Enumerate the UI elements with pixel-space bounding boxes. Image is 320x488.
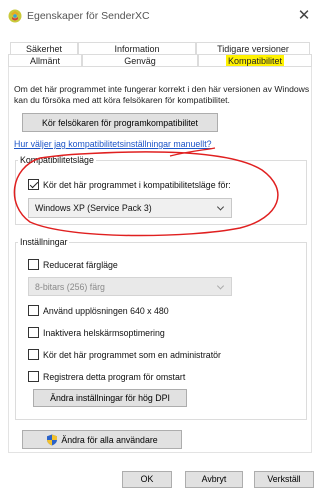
run-troubleshooter-button[interactable]: Kör felsökaren för programkompatibilitet	[22, 113, 218, 132]
high-dpi-button[interactable]: Ändra inställningar för hög DPI	[33, 389, 187, 407]
resolution-checkbox[interactable]	[28, 305, 39, 316]
fullscreen-opt-label: Inaktivera helskärmsoptimering	[43, 328, 165, 338]
fullscreen-opt-checkbox[interactable]	[28, 327, 39, 338]
tab-allmant[interactable]: Allmänt	[8, 54, 82, 66]
reduced-color-checkbox[interactable]	[28, 259, 39, 270]
tab-sakerhet[interactable]: Säkerhet	[10, 42, 78, 54]
apply-button[interactable]: Verkställ	[254, 471, 314, 488]
reduced-color-label: Reducerat färgläge	[43, 260, 118, 270]
chevron-down-icon	[216, 281, 225, 290]
resolution-label: Använd upplösningen 640 x 480	[43, 306, 169, 316]
selected-os: Windows XP (Service Pack 3)	[35, 203, 152, 213]
register-restart-label: Registrera detta program för omstart	[43, 372, 186, 382]
run-as-admin-label: Kör det här programmet som en administra…	[43, 350, 221, 360]
change-all-users-button[interactable]: Ändra för alla användare	[22, 430, 182, 449]
compat-mode-checkbox[interactable]	[28, 179, 39, 190]
app-icon	[8, 9, 22, 23]
tab-tidigare-versioner[interactable]: Tidigare versioner	[196, 42, 310, 54]
settings-legend: Inställningar	[20, 237, 68, 247]
compat-mode-legend: Kompatibilitetsläge	[20, 155, 94, 165]
cancel-button[interactable]: Avbryt	[185, 471, 243, 488]
chevron-down-icon	[216, 203, 225, 211]
description-text: Om det här programmet inte fungerar korr…	[14, 84, 310, 105]
color-depth-value: 8-bitars (256) färg	[35, 281, 105, 292]
close-icon[interactable]: ✕	[294, 6, 314, 26]
tab-information[interactable]: Information	[78, 42, 196, 54]
compat-mode-label: Kör det här programmet i kompatibilitets…	[43, 180, 231, 190]
change-all-users-label: Ändra för alla användare	[61, 434, 158, 445]
window-title: Egenskaper för SenderXC	[27, 10, 150, 22]
shield-icon	[47, 434, 58, 445]
ok-button[interactable]: OK	[122, 471, 172, 488]
compat-os-select[interactable]: Windows XP (Service Pack 3)	[28, 198, 232, 218]
color-depth-select[interactable]: 8-bitars (256) färg	[28, 277, 232, 296]
tab-genvag[interactable]: Genväg	[82, 54, 198, 66]
run-as-admin-checkbox[interactable]	[28, 349, 39, 360]
manual-settings-link[interactable]: Hur väljer jag kompatibilitetsinställnin…	[14, 139, 212, 149]
register-restart-checkbox[interactable]	[28, 371, 39, 382]
